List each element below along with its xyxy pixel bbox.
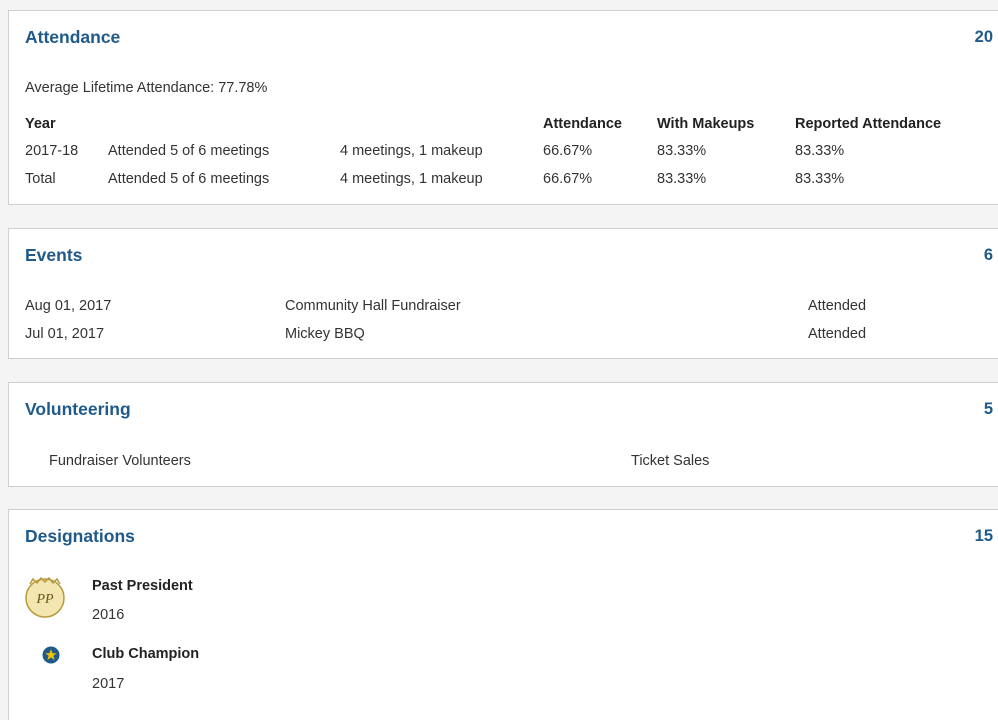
volunteering-title: Volunteering bbox=[25, 399, 131, 419]
events-title: Events bbox=[25, 245, 83, 265]
table-row-detail: 4 meetings, 1 makeup bbox=[340, 171, 483, 187]
table-row-with-makeups: 83.33% bbox=[657, 143, 707, 159]
designation-name: Club Champion bbox=[92, 646, 200, 662]
volunteer-role: Ticket Sales bbox=[631, 453, 710, 469]
events-card: Events 6 Aug 01, 2017 Community Hall Fun… bbox=[8, 228, 998, 359]
designation-name: Past President bbox=[92, 578, 193, 594]
event-status: Attended bbox=[808, 326, 867, 342]
attendance-card: Attendance 20 Average Lifetime Attendanc… bbox=[8, 10, 998, 205]
table-row-attended: Attended 5 of 6 meetings bbox=[108, 171, 270, 187]
table-row-reported: 83.33% bbox=[795, 143, 845, 159]
volunteer-group: Fundraiser Volunteers bbox=[49, 453, 191, 469]
header-attendance: Attendance bbox=[543, 116, 622, 132]
table-row-attended: Attended 5 of 6 meetings bbox=[108, 143, 270, 159]
event-status: Attended bbox=[808, 298, 867, 314]
events-count: 6 bbox=[983, 246, 993, 264]
attendance-count: 20 bbox=[974, 28, 993, 46]
past-president-badge-icon: PP bbox=[25, 576, 65, 618]
designation-year: 2016 bbox=[92, 607, 125, 623]
star-badge-icon bbox=[42, 646, 60, 664]
designations-count: 15 bbox=[974, 527, 993, 545]
table-row-year: Total bbox=[25, 171, 56, 187]
table-row-attendance: 66.67% bbox=[543, 143, 593, 159]
attendance-title: Attendance bbox=[25, 27, 121, 47]
event-date: Aug 01, 2017 bbox=[25, 298, 112, 314]
badge-text: PP bbox=[35, 592, 54, 607]
table-row-attendance: 66.67% bbox=[543, 171, 593, 187]
average-attendance: Average Lifetime Attendance: 77.78% bbox=[25, 80, 268, 96]
volunteering-card: Volunteering 5 Fundraiser Volunteers Tic… bbox=[8, 382, 998, 487]
table-row-reported: 83.33% bbox=[795, 171, 845, 187]
event-date: Jul 01, 2017 bbox=[25, 326, 105, 342]
table-row-detail: 4 meetings, 1 makeup bbox=[340, 143, 483, 159]
designation-year: 2017 bbox=[92, 676, 125, 692]
designations-title: Designations bbox=[25, 526, 135, 546]
table-row-with-makeups: 83.33% bbox=[657, 171, 707, 187]
header-with-makeups: With Makeups bbox=[657, 116, 755, 132]
event-name[interactable]: Community Hall Fundraiser bbox=[285, 298, 461, 314]
table-row-year: 2017-18 bbox=[25, 143, 79, 159]
event-name[interactable]: Mickey BBQ bbox=[285, 326, 365, 342]
header-reported-attendance: Reported Attendance bbox=[795, 116, 942, 132]
header-year: Year bbox=[25, 116, 56, 132]
volunteering-count: 5 bbox=[983, 400, 993, 418]
designations-card: Designations 15 PP Past President 2016 C… bbox=[8, 509, 998, 720]
